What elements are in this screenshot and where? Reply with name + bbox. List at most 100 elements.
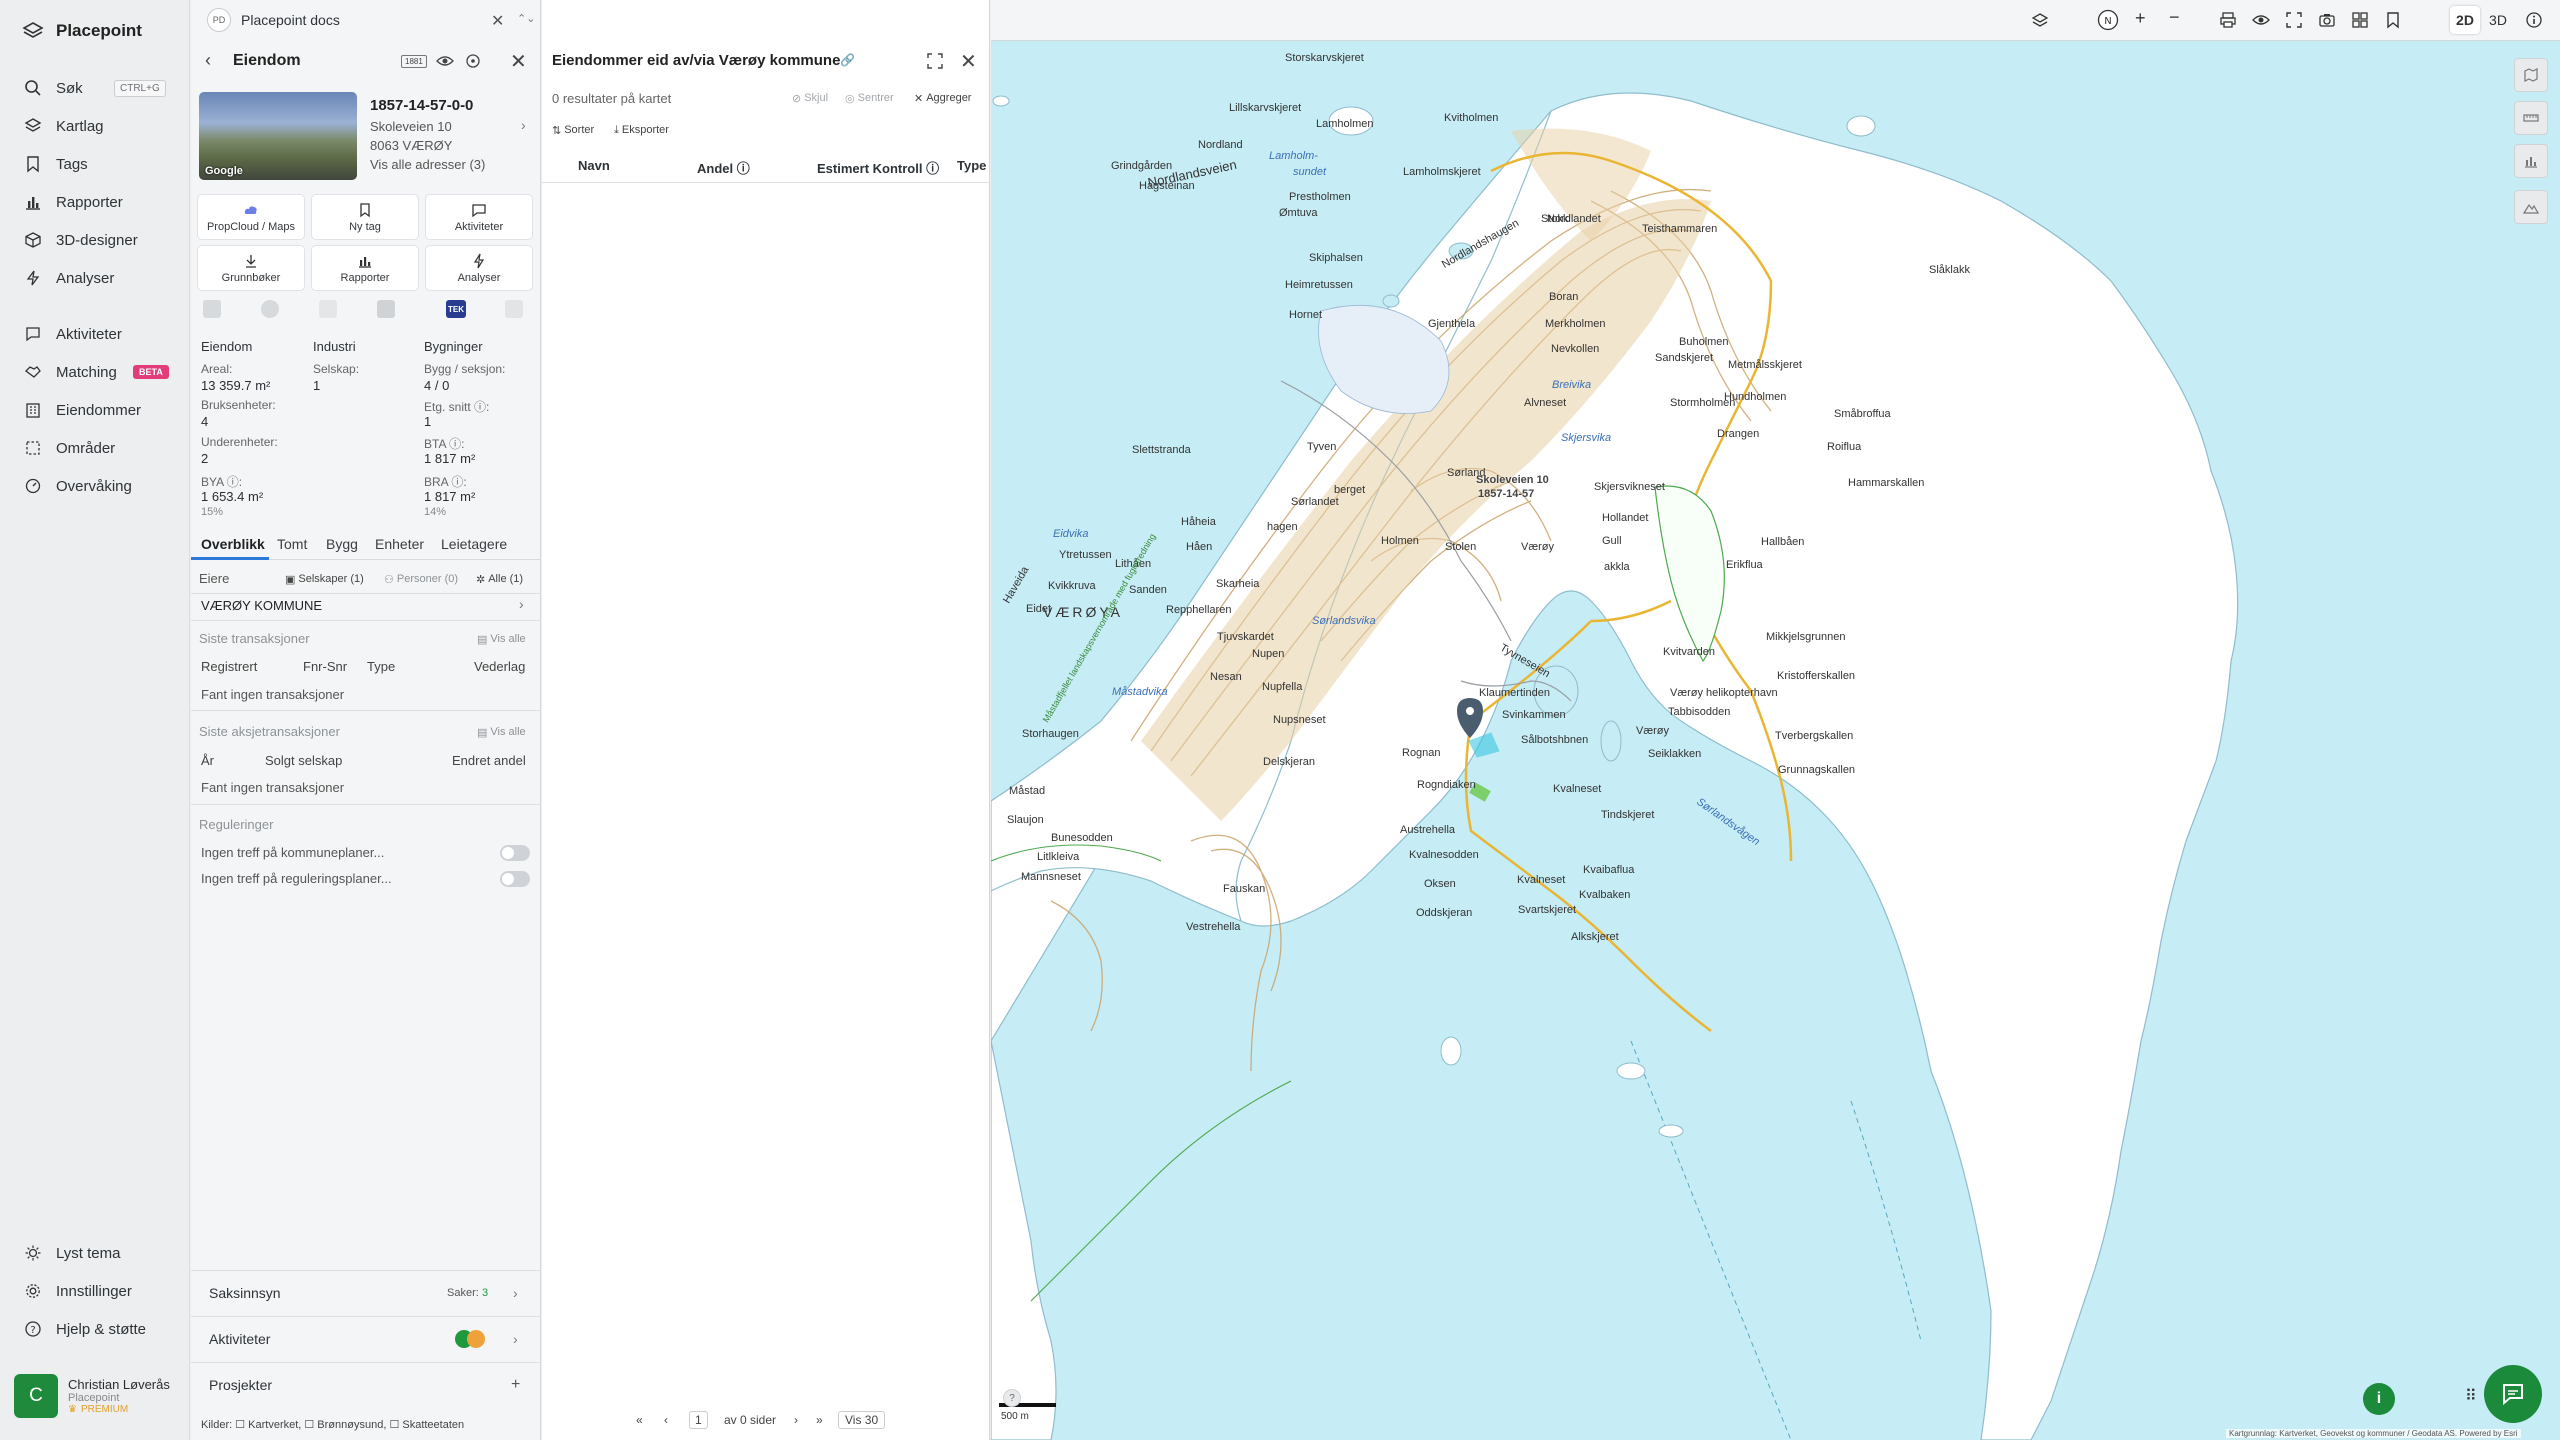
house-icon[interactable] bbox=[505, 300, 523, 318]
last-page-icon[interactable]: » bbox=[816, 1413, 823, 1427]
filter-companies[interactable]: ▣ Selskaper (1) bbox=[285, 573, 364, 586]
filter-all[interactable]: ✲ Alle (1) bbox=[476, 573, 523, 586]
tab-units[interactable]: Enheter bbox=[375, 536, 424, 552]
nav-maplayers[interactable]: Kartlag bbox=[24, 113, 104, 139]
nav-matching[interactable]: Matching bbox=[24, 359, 117, 385]
chat-fab[interactable] bbox=[2484, 1365, 2542, 1423]
close-property-icon[interactable]: ✕ bbox=[510, 49, 527, 74]
close-docs-icon[interactable]: ✕ bbox=[491, 11, 504, 31]
zoom-out-icon[interactable]: − bbox=[2169, 7, 2187, 27]
elevation-tool[interactable] bbox=[2514, 190, 2548, 224]
bookmark-icon[interactable] bbox=[2384, 11, 2402, 29]
nav-theme[interactable]: Lyst tema bbox=[24, 1240, 120, 1266]
chevron-right-icon[interactable]: › bbox=[513, 1285, 518, 1301]
chart-tool[interactable] bbox=[2514, 144, 2548, 178]
nav-help[interactable]: ? Hjelp & støtte bbox=[24, 1316, 146, 1342]
projects-row[interactable]: Prosjekter + bbox=[191, 1362, 541, 1406]
nav-activities[interactable]: Aktiviteter bbox=[24, 321, 122, 347]
close-results-icon[interactable]: ✕ bbox=[960, 49, 977, 74]
first-page-icon[interactable]: « bbox=[636, 1413, 643, 1427]
new-tag-button[interactable]: Ny tag bbox=[311, 194, 419, 240]
register-icon[interactable] bbox=[203, 300, 221, 318]
grid-dots-icon[interactable]: ⠿ bbox=[2465, 1386, 2477, 1406]
center-button[interactable]: ◎ Sentrer bbox=[845, 92, 894, 105]
zoom-in-icon[interactable]: + bbox=[2135, 8, 2153, 28]
print-icon[interactable] bbox=[2219, 11, 2237, 29]
back-chevron-icon[interactable]: ‹ bbox=[205, 50, 211, 71]
link-icon[interactable]: 🔗 bbox=[840, 53, 855, 67]
tab-overview[interactable]: Overblikk bbox=[201, 536, 265, 552]
target-icon[interactable] bbox=[464, 52, 482, 70]
tab-tenants[interactable]: Leietagere bbox=[441, 536, 507, 552]
mode-2d-button[interactable]: 2D bbox=[2450, 6, 2480, 34]
nav-monitoring[interactable]: Overvåking bbox=[24, 473, 132, 499]
per-page-select[interactable]: Vis 30 bbox=[838, 1411, 886, 1429]
measure-tool[interactable] bbox=[2514, 101, 2548, 135]
nav-settings[interactable]: Innstillinger bbox=[24, 1278, 132, 1304]
propcloud-button[interactable]: PropCloud / Maps bbox=[197, 194, 305, 240]
street-view-photo[interactable]: Google bbox=[199, 92, 357, 180]
sort-button[interactable]: ⇅ Sorter bbox=[552, 124, 594, 137]
saksinnsyn-row[interactable]: Saksinnsyn Saker: 3 › bbox=[191, 1270, 541, 1314]
col-share[interactable]: Andel ⓘ bbox=[697, 158, 750, 177]
tek-icon[interactable]: TEK bbox=[446, 300, 466, 318]
chevron-right-icon[interactable]: › bbox=[513, 1331, 518, 1347]
tab-buildings[interactable]: Bygg bbox=[326, 536, 358, 552]
info-icon[interactable] bbox=[2525, 11, 2543, 29]
nav-analyses[interactable]: Analyser bbox=[24, 265, 114, 291]
eye-icon[interactable] bbox=[436, 52, 454, 70]
fullscreen-icon[interactable] bbox=[2285, 11, 2303, 29]
compass-icon[interactable]: N bbox=[2097, 9, 2119, 31]
tab-plot[interactable]: Tomt bbox=[277, 536, 307, 552]
activities-row[interactable]: Aktiviteter › bbox=[191, 1316, 541, 1360]
plant-icon[interactable] bbox=[319, 300, 337, 318]
nav-properties[interactable]: Eiendommer bbox=[24, 397, 141, 423]
land-registry-button[interactable]: Grunnbøker bbox=[197, 245, 305, 291]
camera-icon[interactable] bbox=[2318, 11, 2336, 29]
docs-title[interactable]: Placepoint docs bbox=[241, 12, 340, 28]
all-addresses-link[interactable]: Vis alle adresser (3) bbox=[370, 157, 485, 172]
nav-3d-designer[interactable]: 3D-designer bbox=[24, 227, 138, 253]
expand-collapse-icon[interactable]: ⌃⌄ bbox=[517, 12, 535, 25]
transactions-show-all[interactable]: ▤ Vis alle bbox=[477, 633, 526, 646]
aggregate-button[interactable]: ✕ Aggreger bbox=[914, 92, 971, 105]
export-button[interactable]: ⤓ Eksporter bbox=[614, 124, 669, 137]
fullscreen-icon[interactable] bbox=[926, 52, 944, 70]
info-fab[interactable]: i bbox=[2363, 1383, 2395, 1415]
next-page-icon[interactable]: › bbox=[794, 1413, 798, 1427]
prev-page-icon[interactable]: ‹ bbox=[664, 1413, 668, 1427]
eye-icon[interactable] bbox=[2252, 11, 2270, 29]
user-profile[interactable]: C Christian Løverås Placepoint ♛ PREMIUM bbox=[14, 1370, 178, 1422]
col-type[interactable]: Type bbox=[957, 158, 986, 173]
owner-row[interactable]: VÆRØY KOMMUNE bbox=[201, 598, 322, 613]
chevron-right-icon[interactable]: › bbox=[519, 596, 524, 612]
zoning-plan-toggle[interactable] bbox=[500, 871, 530, 887]
analyses-button[interactable]: Analyser bbox=[425, 245, 533, 291]
mode-3d-button[interactable]: 3D bbox=[2483, 6, 2513, 34]
share-show-all[interactable]: ▤ Vis alle bbox=[477, 726, 526, 739]
nav-tags[interactable]: Tags bbox=[24, 151, 88, 177]
activities-button[interactable]: Aktiviteter bbox=[425, 194, 533, 240]
nav-search[interactable]: Søk bbox=[24, 75, 83, 101]
map-canvas[interactable]: VÆRØYA Storskarvskjeret Lillskarvskjeret… bbox=[991, 41, 2560, 1440]
nav-reports[interactable]: Rapporter bbox=[24, 189, 123, 215]
help-icon[interactable]: ? bbox=[1003, 1389, 1021, 1407]
nav-areas[interactable]: Områder bbox=[24, 435, 115, 461]
globe-icon[interactable] bbox=[261, 300, 279, 318]
activities-row-label: Aktiviteter bbox=[209, 1330, 271, 1347]
col-name[interactable]: Navn bbox=[578, 158, 610, 173]
badge-1881[interactable]: 1881 bbox=[401, 55, 427, 68]
grid-icon[interactable] bbox=[2351, 11, 2369, 29]
chevron-right-icon[interactable]: › bbox=[521, 117, 526, 133]
bar-level-icon[interactable] bbox=[377, 300, 395, 318]
filter-persons[interactable]: ⚇ Personer (0) bbox=[384, 573, 458, 586]
app-brand[interactable]: Placepoint bbox=[22, 20, 142, 42]
reports-button[interactable]: Rapporter bbox=[311, 245, 419, 291]
col-estimated-control[interactable]: Estimert Kontroll ⓘ bbox=[817, 158, 939, 177]
municipal-plan-toggle[interactable] bbox=[500, 845, 530, 861]
add-icon[interactable]: + bbox=[511, 1376, 520, 1394]
layers-3d-icon[interactable] bbox=[2031, 11, 2049, 29]
hide-button[interactable]: ⊘ Skjul bbox=[792, 92, 828, 105]
map-layers-tool[interactable] bbox=[2514, 58, 2548, 92]
page-input[interactable]: 1 bbox=[689, 1411, 708, 1429]
